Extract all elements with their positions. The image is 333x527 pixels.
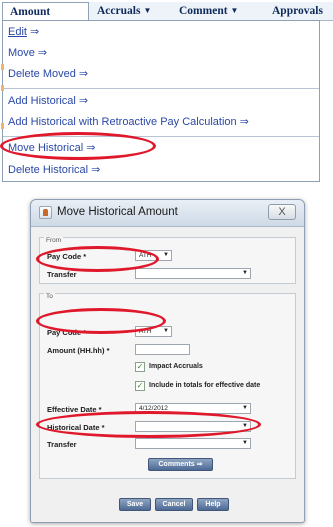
include-totals-label: Include in totals for effective date <box>149 382 261 389</box>
tab-accruals-label: Accruals <box>97 5 141 17</box>
tab-amount[interactable]: Amount <box>2 2 89 20</box>
menu-item-label: Add Historical <box>8 95 76 107</box>
arrow-right-icon: ⇒ <box>29 26 40 38</box>
tab-accruals[interactable]: Accruals ▼ <box>97 2 151 20</box>
save-button[interactable]: Save <box>119 498 151 511</box>
menu-item-label: Edit <box>8 26 27 38</box>
from-legend: From <box>44 237 64 244</box>
chevron-down-icon: ▼ <box>163 252 169 258</box>
help-button[interactable]: Help <box>197 498 229 511</box>
tab-amount-label: Amount <box>10 6 51 18</box>
menu-item-label: Add Historical with Retroactive Pay Calc… <box>8 116 237 128</box>
amount-label: Amount (HH.hh) * <box>47 346 110 355</box>
arrow-right-icon: ⇒ <box>78 95 89 107</box>
menu-item-delete-historical[interactable]: Delete Historical ⇒ <box>3 160 319 180</box>
cancel-button[interactable]: Cancel <box>155 498 193 511</box>
dialog-title: Move Historical Amount <box>57 206 178 218</box>
tab-comment-label: Comment <box>179 5 228 17</box>
checkmark-icon: ✓ <box>136 381 144 390</box>
impact-accruals-checkbox[interactable]: ✓ <box>135 362 145 372</box>
arrow-right-icon: ⇒ <box>239 116 249 128</box>
close-icon: X <box>278 206 286 218</box>
menu-item-label: Delete Moved <box>8 68 76 80</box>
chevron-down-icon: ▼ <box>163 328 169 334</box>
tab-comment[interactable]: Comment ▼ <box>179 2 238 20</box>
amount-input[interactable] <box>135 344 190 355</box>
tab-approvals[interactable]: Approvals <box>272 2 323 20</box>
arrow-right-icon: ⇒ <box>91 164 101 176</box>
highlight-ellipse <box>36 308 166 334</box>
menu-item-move[interactable]: Move ⇒ <box>3 43 319 63</box>
app-icon <box>39 206 52 219</box>
menu-item-add-historical-retro[interactable]: Add Historical with Retroactive Pay Calc… <box>3 112 319 132</box>
to-legend: To <box>44 293 55 300</box>
to-transfer-label: Transfer <box>47 440 77 449</box>
checkmark-icon: ✓ <box>136 362 144 371</box>
menu-item-label: Delete Historical <box>8 164 89 176</box>
menu-separator <box>3 88 319 89</box>
arrow-right-icon: ⇒ <box>37 47 48 59</box>
menu-item-edit[interactable]: Edit ⇒ <box>3 22 319 42</box>
to-transfer-select[interactable]: ▼ <box>135 438 251 449</box>
chevron-down-icon: ▼ <box>230 6 239 15</box>
tab-approvals-label: Approvals <box>272 5 323 17</box>
include-totals-checkbox[interactable]: ✓ <box>135 381 145 391</box>
menu-item-add-historical[interactable]: Add Historical ⇒ <box>3 91 319 111</box>
from-transfer-label: Transfer <box>47 270 77 279</box>
dialog-titlebar: Move Historical Amount X <box>31 200 304 227</box>
comments-button[interactable]: Comments ⇒ <box>148 458 213 471</box>
chevron-down-icon: ▼ <box>242 270 248 276</box>
chevron-down-icon: ▼ <box>242 405 248 411</box>
menu-bar: Amount Accruals ▼ Comment ▼ Approvals <box>2 2 333 21</box>
chevron-down-icon: ▼ <box>242 440 248 446</box>
highlight-ellipse <box>36 411 261 438</box>
highlight-ellipse <box>0 132 156 160</box>
menu-item-delete-moved[interactable]: Delete Moved ⇒ <box>3 64 319 84</box>
impact-accruals-label: Impact Accruals <box>149 363 203 370</box>
from-transfer-select[interactable]: ▼ <box>135 268 251 279</box>
menu-item-label: Move <box>8 47 35 59</box>
close-button[interactable]: X <box>268 204 296 220</box>
arrow-right-icon: ⇒ <box>78 68 89 80</box>
chevron-down-icon: ▼ <box>143 6 152 15</box>
highlight-ellipse <box>36 246 159 272</box>
